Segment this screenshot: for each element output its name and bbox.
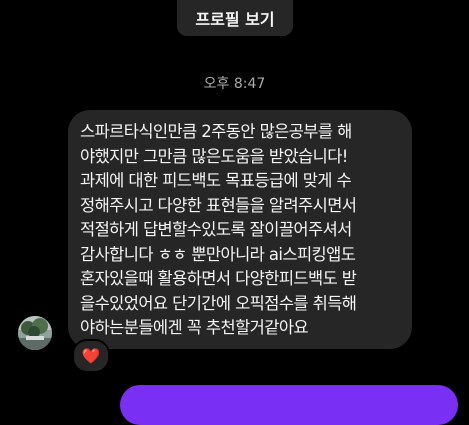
message-line: 감사합니다 ㅎㅎ 뿐만아니라 ai스피킹앱도 — [80, 244, 356, 264]
message-line: 을수있었어요 단기간에 오픽점수를 취득해 — [80, 293, 357, 313]
heart-reaction[interactable]: ❤️ — [72, 339, 110, 373]
message-line: 적절하게 답변할수있도록 잘이끌어주셔서 — [80, 220, 352, 239]
message-line: 야했지만 그만큼 많은도움을 받았습니다! — [80, 146, 348, 166]
message-line: 정해주시고 다양한 표현들을 알려주시면서 — [80, 195, 357, 215]
view-profile-button[interactable]: 프로필 보기 — [177, 0, 293, 36]
message-line: 과제에 대한 피드백도 목표등급에 맞게 수 — [80, 171, 352, 190]
avatar[interactable] — [18, 316, 52, 350]
message-line: 스파르타식인만큼 2주동안 많은공부를 해 — [80, 122, 352, 141]
heart-icon: ❤️ — [81, 347, 101, 365]
incoming-message-bubble[interactable]: 스파르타식인만큼 2주동안 많은공부를 해 야했지만 그만큼 많은도움을 받았습… — [68, 110, 412, 349]
avatar-image — [18, 316, 52, 350]
outgoing-message-bubble[interactable] — [120, 385, 458, 425]
message-timestamp: 오후 8:47 — [203, 76, 266, 92]
message-line: 야하는분들에겐 꼭 추천할거같아요 — [80, 318, 309, 337]
message-line: 혼자있을때 활용하면서 다양한피드백도 받 — [80, 269, 357, 288]
